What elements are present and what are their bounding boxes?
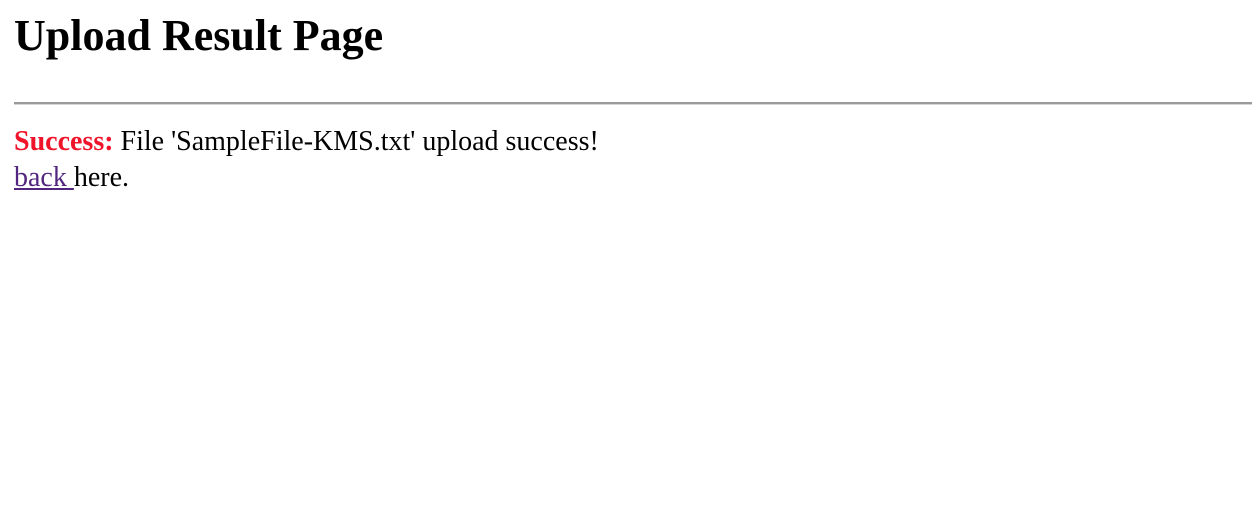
back-suffix-text: here. (73, 162, 130, 193)
success-label: Success: (14, 126, 114, 157)
back-line: back here. (14, 160, 129, 196)
result-message-text: File 'SampleFile-KMS.txt' upload success… (113, 126, 599, 157)
result-message: Success: File 'SampleFile-KMS.txt' uploa… (14, 124, 599, 160)
page: Upload Result Page Success: File 'Sample… (0, 0, 1252, 506)
back-link[interactable]: back (14, 162, 74, 193)
horizontal-divider (14, 102, 1252, 105)
page-title: Upload Result Page (14, 11, 384, 60)
